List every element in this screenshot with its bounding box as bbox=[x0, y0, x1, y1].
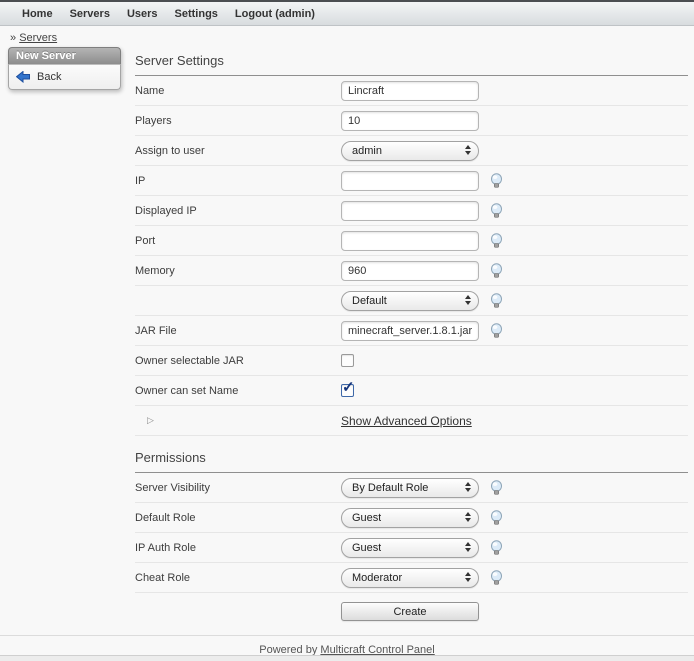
field-label: Memory bbox=[135, 265, 341, 277]
field-label: JAR File bbox=[135, 325, 341, 337]
section-title-permissions: Permissions bbox=[135, 450, 688, 466]
memory-input[interactable] bbox=[341, 261, 479, 281]
form-row-assign-to-user: Assign to user admin bbox=[135, 136, 688, 166]
sidebar: New Server Back bbox=[8, 47, 121, 90]
select-stepper-icon bbox=[465, 145, 471, 155]
form-row-default-profile: Default bbox=[135, 286, 688, 316]
cheat-role-select[interactable]: Moderator bbox=[341, 568, 479, 588]
back-label: Back bbox=[37, 71, 61, 83]
select-value: Guest bbox=[352, 542, 381, 554]
form-row-default-role: Default Role Guest bbox=[135, 503, 688, 533]
help-bulb-icon[interactable] bbox=[489, 480, 504, 496]
select-stepper-icon bbox=[465, 295, 471, 305]
main-content: Server Settings Name Players Assign to u… bbox=[135, 53, 688, 635]
field-label: Displayed IP bbox=[135, 205, 341, 217]
form-row-players: Players bbox=[135, 106, 688, 136]
footer: Powered by Multicraft Control Panel bbox=[0, 635, 694, 656]
help-bulb-icon[interactable] bbox=[489, 203, 504, 219]
help-bulb-icon[interactable] bbox=[489, 323, 504, 339]
form-row-name: Name bbox=[135, 76, 688, 106]
breadcrumb-link-servers[interactable]: Servers bbox=[19, 32, 57, 44]
select-stepper-icon bbox=[465, 482, 471, 492]
select-value: Moderator bbox=[352, 572, 402, 584]
default-select[interactable]: Default bbox=[341, 291, 479, 311]
nav-item-home[interactable]: Home bbox=[22, 8, 53, 20]
select-stepper-icon bbox=[465, 542, 471, 552]
nav-item-users[interactable]: Users bbox=[127, 8, 158, 20]
select-value: By Default Role bbox=[352, 482, 428, 494]
form-row-server-visibility: Server Visibility By Default Role bbox=[135, 473, 688, 503]
field-label: Players bbox=[135, 115, 341, 127]
nav-item-servers[interactable]: Servers bbox=[70, 8, 110, 20]
form-row-displayed-ip: Displayed IP bbox=[135, 196, 688, 226]
back-arrow-icon bbox=[16, 71, 30, 83]
top-nav: Home Servers Users Settings Logout (admi… bbox=[0, 0, 694, 26]
select-value: Default bbox=[352, 295, 387, 307]
back-button[interactable]: Back bbox=[16, 71, 113, 83]
default-role-select[interactable]: Guest bbox=[341, 508, 479, 528]
field-label: Name bbox=[135, 85, 341, 97]
nav-item-logout[interactable]: Logout (admin) bbox=[235, 8, 315, 20]
help-bulb-icon[interactable] bbox=[489, 540, 504, 556]
field-label: Port bbox=[135, 235, 341, 247]
field-label: IP bbox=[135, 175, 341, 187]
select-value: admin bbox=[352, 145, 382, 157]
help-bulb-icon[interactable] bbox=[489, 570, 504, 586]
form-row-owner-selectable-jar: Owner selectable JAR bbox=[135, 346, 688, 376]
help-bulb-icon[interactable] bbox=[489, 510, 504, 526]
form-row-memory: Memory bbox=[135, 256, 688, 286]
show-advanced-options-link[interactable]: Show Advanced Options bbox=[341, 414, 472, 428]
help-bulb-icon[interactable] bbox=[489, 233, 504, 249]
field-label: IP Auth Role bbox=[135, 542, 341, 554]
help-bulb-icon[interactable] bbox=[489, 173, 504, 189]
owner-can-set-name-checkbox[interactable] bbox=[341, 384, 354, 397]
name-input[interactable] bbox=[341, 81, 479, 101]
ip-input[interactable] bbox=[341, 171, 479, 191]
players-input[interactable] bbox=[341, 111, 479, 131]
form-row-ip: IP bbox=[135, 166, 688, 196]
sidebar-title: New Server bbox=[8, 47, 121, 64]
help-bulb-icon[interactable] bbox=[489, 263, 504, 279]
jar-file-input[interactable] bbox=[341, 321, 479, 341]
field-label: Server Visibility bbox=[135, 482, 341, 494]
nav-item-settings[interactable]: Settings bbox=[175, 8, 218, 20]
form-row-owner-can-set-name: Owner can set Name bbox=[135, 376, 688, 406]
owner-selectable-jar-checkbox[interactable] bbox=[341, 354, 354, 367]
assign-to-user-select[interactable]: admin bbox=[341, 141, 479, 161]
field-label: Assign to user bbox=[135, 145, 341, 157]
port-input[interactable] bbox=[341, 231, 479, 251]
select-value: Guest bbox=[352, 512, 381, 524]
bottom-strip bbox=[0, 655, 694, 661]
displayed-ip-input[interactable] bbox=[341, 201, 479, 221]
field-label: Owner selectable JAR bbox=[135, 355, 341, 367]
field-label: Cheat Role bbox=[135, 572, 341, 584]
form-row-cheat-role: Cheat Role Moderator bbox=[135, 563, 688, 593]
form-row-ip-auth-role: IP Auth Role Guest bbox=[135, 533, 688, 563]
form-row-port: Port bbox=[135, 226, 688, 256]
server-visibility-select[interactable]: By Default Role bbox=[341, 478, 479, 498]
select-stepper-icon bbox=[465, 512, 471, 522]
form-row-jar-file: JAR File bbox=[135, 316, 688, 346]
advanced-options-row: ▷ Show Advanced Options bbox=[135, 406, 688, 436]
breadcrumb: » Servers bbox=[10, 32, 694, 44]
ip-auth-role-select[interactable]: Guest bbox=[341, 538, 479, 558]
help-bulb-icon[interactable] bbox=[489, 293, 504, 309]
breadcrumb-separator: » bbox=[10, 32, 16, 44]
field-label: Owner can set Name bbox=[135, 385, 341, 397]
section-title-server-settings: Server Settings bbox=[135, 53, 688, 69]
disclosure-triangle-icon[interactable]: ▷ bbox=[135, 415, 341, 426]
field-label: Default Role bbox=[135, 512, 341, 524]
create-button[interactable]: Create bbox=[341, 602, 479, 621]
select-stepper-icon bbox=[465, 572, 471, 582]
create-row: Create bbox=[135, 593, 688, 635]
sidebar-body: Back bbox=[8, 64, 121, 90]
